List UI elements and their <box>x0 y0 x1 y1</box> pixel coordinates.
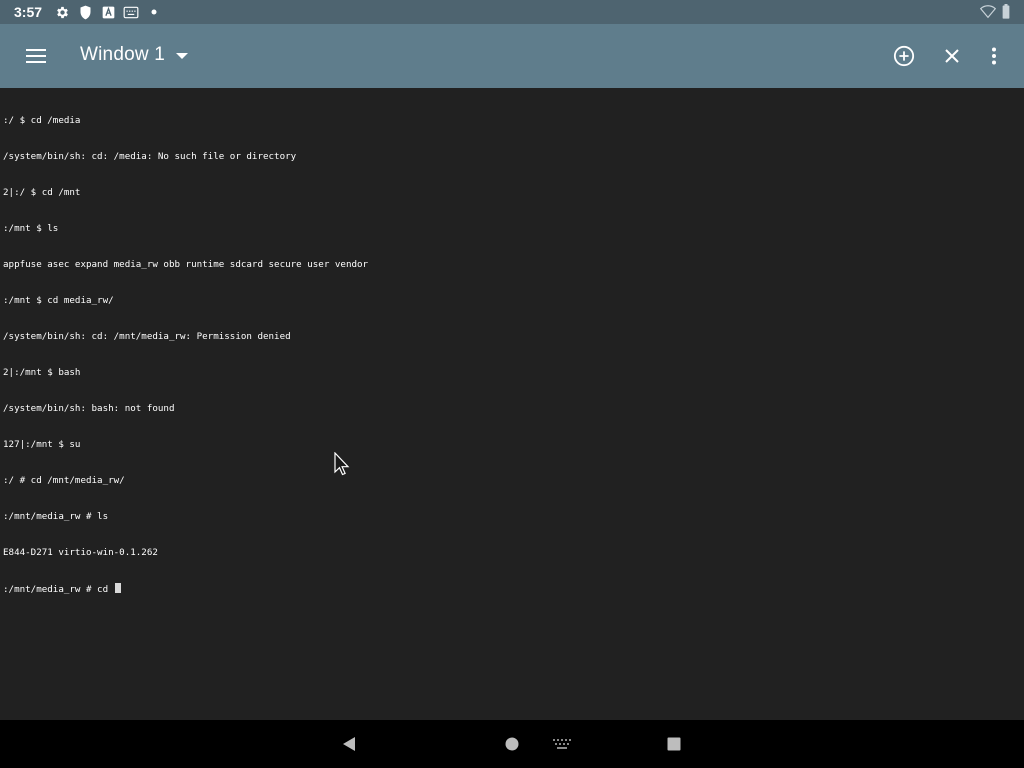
terminal-line: 127|:/mnt $ su <box>3 439 81 450</box>
more-vert-icon[interactable] <box>970 32 1018 80</box>
terminal-line: /system/bin/sh: cd: /media: No such file… <box>3 151 297 162</box>
navigation-bar <box>0 720 1024 768</box>
text-cursor <box>114 583 121 593</box>
terminal-line: E844-D271 virtio-win-0.1.262 <box>3 547 158 558</box>
battery-icon <box>1002 4 1010 23</box>
settings-gear-icon <box>54 4 70 20</box>
shield-icon <box>77 4 93 20</box>
dot-icon <box>146 4 162 20</box>
window-title[interactable]: Window 1 <box>80 44 165 66</box>
terminal-line: :/mnt/media_rw # ls <box>3 511 109 522</box>
status-time: 3:57 <box>14 4 43 20</box>
terminal-line: :/ # cd /mnt/media_rw/ <box>3 475 125 486</box>
keyboard-icon[interactable] <box>550 732 574 756</box>
terminal-prompt-line[interactable]: :/mnt/media_rw # cd <box>3 583 368 595</box>
terminal-line: :/mnt $ cd media_rw/ <box>3 295 114 306</box>
home-icon[interactable] <box>500 732 524 756</box>
dropdown-icon[interactable] <box>158 32 206 80</box>
terminal-line: 2|:/mnt $ bash <box>3 367 81 378</box>
recents-icon[interactable] <box>662 732 686 756</box>
terminal-output: :/ $ cd /media /system/bin/sh: cd: /medi… <box>3 91 368 619</box>
mouse-pointer-icon <box>334 451 350 480</box>
terminal-line: /system/bin/sh: cd: /mnt/media_rw: Permi… <box>3 331 291 342</box>
app-toolbar: Window 1 <box>0 24 1024 88</box>
status-right-icons <box>974 4 1010 23</box>
terminal-line: /system/bin/sh: bash: not found <box>3 403 175 414</box>
wifi-icon <box>979 4 997 23</box>
close-icon[interactable] <box>928 32 976 80</box>
a-letter-icon <box>100 4 116 20</box>
status-bar: 3:57 <box>0 0 1024 24</box>
keyboard-icon <box>123 4 139 20</box>
terminal-line: 2|:/ $ cd /mnt <box>3 187 81 198</box>
add-circle-icon[interactable] <box>880 32 928 80</box>
terminal-line: :/mnt $ ls <box>3 223 59 234</box>
terminal-line: appfuse asec expand media_rw obb runtime… <box>3 259 369 270</box>
back-icon[interactable] <box>337 732 361 756</box>
terminal-line: :/ $ cd /media <box>3 115 81 126</box>
menu-icon[interactable] <box>12 32 60 80</box>
status-icons <box>54 4 169 20</box>
terminal-view[interactable]: :/ $ cd /media /system/bin/sh: cd: /medi… <box>0 88 1024 720</box>
terminal-prompt-text: :/mnt/media_rw # cd <box>3 584 114 595</box>
